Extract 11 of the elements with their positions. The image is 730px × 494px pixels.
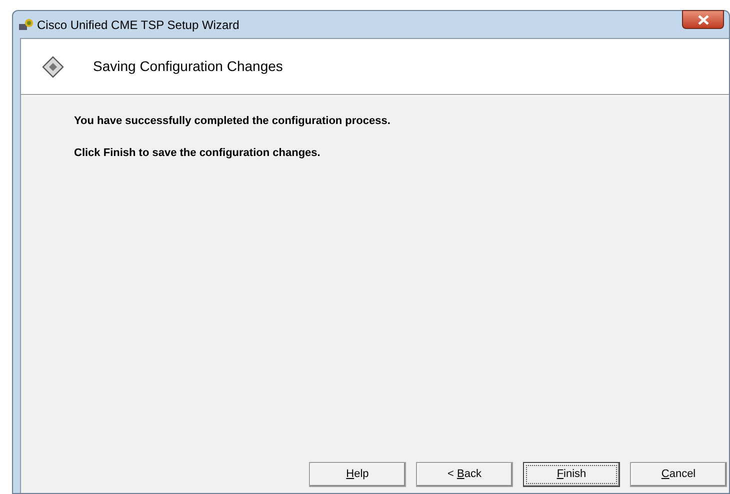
close-button[interactable] (682, 10, 724, 29)
close-icon (698, 14, 708, 24)
wizard-button[interactable]: Help (309, 462, 406, 487)
message-text: You have successfully completed the configuration process. (74, 114, 392, 129)
window-title: Cisco Unified CME TSP Setup Wizard (37, 16, 240, 34)
header-title: Saving Configuration Changes (93, 57, 283, 76)
wizard-button[interactable]: < Back (416, 462, 513, 487)
wizard-button[interactable]: Finish (523, 462, 620, 487)
app-icon (18, 18, 34, 32)
message-text: Click Finish to save the configuration changes. (74, 146, 322, 160)
wizard-button[interactable]: Cancel (630, 462, 727, 487)
